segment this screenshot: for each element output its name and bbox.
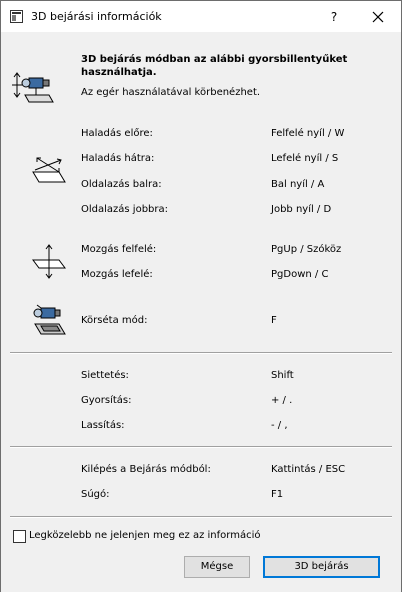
exit-key: Kattintás / ESC bbox=[271, 464, 346, 475]
move-forward-label: Haladás előre: bbox=[81, 128, 153, 139]
hurry-key: Shift bbox=[271, 370, 294, 381]
vertical-move-icon bbox=[32, 244, 66, 279]
accelerate-key: + / . bbox=[271, 395, 293, 406]
accelerate-label: Gyorsítás: bbox=[81, 395, 132, 406]
help-key: F1 bbox=[271, 489, 284, 500]
dialog-window: 3D bejárási információk ? 3D bejárás mód… bbox=[0, 0, 402, 592]
walk-camera-icon bbox=[12, 72, 54, 103]
close-icon bbox=[372, 11, 384, 23]
exit-label: Kilépés a Bejárás módból: bbox=[81, 464, 211, 475]
close-button[interactable] bbox=[361, 5, 395, 29]
move-back-label: Haladás hátra: bbox=[81, 153, 155, 164]
move-down-key: PgDown / C bbox=[271, 269, 329, 280]
window-title: 3D bejárási információk bbox=[31, 10, 162, 23]
tour-mode-key: F bbox=[271, 315, 277, 326]
dont-show-label[interactable]: Legközelebb ne jelenjen meg ez az inform… bbox=[29, 530, 260, 541]
intro-heading-line2: használhatja. bbox=[81, 67, 157, 78]
walk-button[interactable]: 3D bejárás bbox=[263, 556, 380, 578]
move-forward-key: Felfelé nyíl / W bbox=[271, 128, 345, 139]
help-label: Súgó: bbox=[81, 489, 110, 500]
hurry-label: Siettetés: bbox=[81, 370, 129, 381]
help-button[interactable]: ? bbox=[323, 7, 345, 27]
separator bbox=[10, 446, 392, 448]
separator bbox=[10, 352, 392, 354]
move-up-label: Mozgás felfelé: bbox=[81, 244, 157, 255]
tour-camera-icon bbox=[33, 304, 66, 335]
strafe-right-key: Jobb nyíl / D bbox=[271, 204, 332, 215]
move-back-key: Lefelé nyíl / S bbox=[271, 153, 339, 164]
strafe-left-label: Oldalazás balra: bbox=[81, 179, 162, 190]
dialog-content: 3D bejárás módban az alábbi gyorsbillent… bbox=[1, 32, 401, 592]
intro-subtext: Az egér használatával körbenézhet. bbox=[81, 87, 261, 98]
decelerate-key: - / , bbox=[271, 420, 288, 431]
intro-heading-line1: 3D bejárás módban az alábbi gyorsbillent… bbox=[81, 54, 348, 65]
cancel-button[interactable]: Mégse bbox=[184, 556, 250, 578]
title-bar: 3D bejárási információk ? bbox=[1, 1, 401, 32]
tour-mode-label: Körséta mód: bbox=[81, 315, 148, 326]
move-down-label: Mozgás lefelé: bbox=[81, 269, 153, 280]
move-up-key: PgUp / Szóköz bbox=[271, 244, 342, 255]
separator bbox=[10, 516, 392, 518]
strafe-left-key: Bal nyíl / A bbox=[271, 179, 325, 190]
move-arrows-icon bbox=[32, 157, 66, 183]
strafe-right-label: Oldalazás jobbra: bbox=[81, 204, 168, 215]
app-icon bbox=[10, 10, 23, 23]
decelerate-label: Lassítás: bbox=[81, 420, 125, 431]
dont-show-checkbox[interactable] bbox=[13, 530, 26, 543]
